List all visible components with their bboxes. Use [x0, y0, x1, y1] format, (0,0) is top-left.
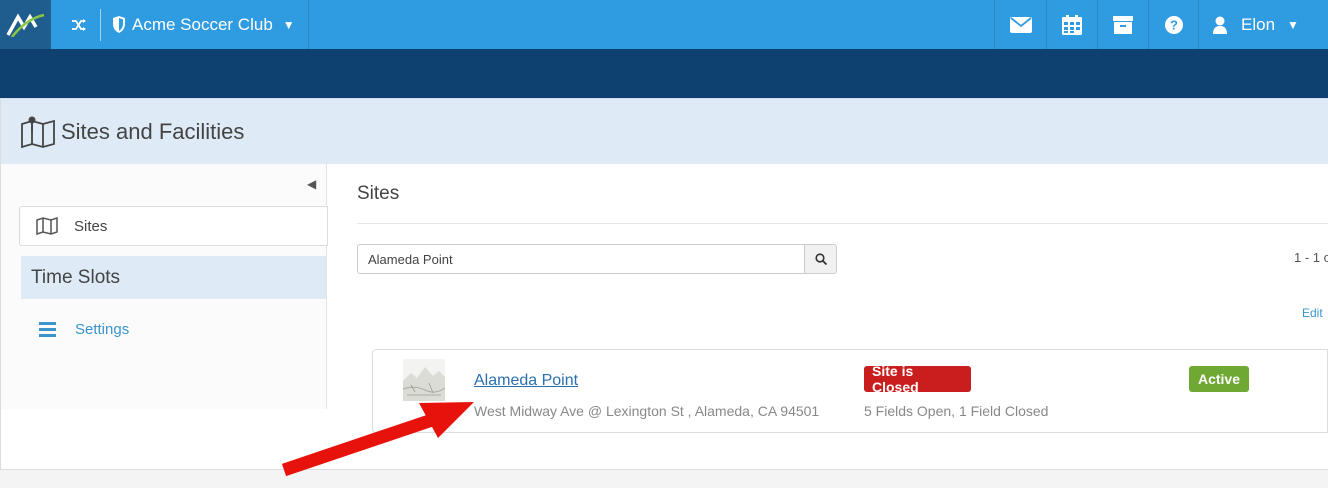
search-button[interactable] [804, 244, 837, 274]
secondary-nav-band [0, 49, 1328, 98]
user-menu[interactable]: Elon ▼ [1198, 0, 1314, 49]
map-icon [21, 116, 55, 148]
sidebar-item-label: Sites [74, 217, 108, 235]
shuffle-icon[interactable] [58, 0, 100, 49]
site-address: West Midway Ave @ Lexington St , Alameda… [474, 403, 820, 419]
site-card [372, 349, 1328, 433]
club-selector[interactable]: Acme Soccer Club ▼ [112, 0, 295, 49]
club-name: Acme Soccer Club [132, 14, 273, 34]
section-title: Sites [357, 183, 400, 204]
sidebar-item-label: Settings [75, 320, 130, 338]
pagination-info: 1 - 1 o [1294, 250, 1328, 265]
annotation-arrow-icon [281, 402, 474, 477]
divider [100, 9, 101, 41]
divider [308, 0, 309, 49]
search-input[interactable] [357, 244, 805, 274]
collapse-sidebar-icon[interactable]: ◀ [307, 177, 316, 191]
calendar-icon[interactable] [1046, 0, 1097, 49]
sidebar-item-time-slots[interactable]: Time Slots [21, 256, 326, 299]
chevron-down-icon: ▼ [282, 17, 295, 32]
help-icon[interactable]: ? [1148, 0, 1198, 49]
page-title: Sites and Facilities [61, 118, 245, 144]
edit-link[interactable]: Edit [1302, 306, 1323, 320]
active-status-badge: Active [1189, 366, 1249, 392]
user-icon [1213, 16, 1227, 34]
map-icon [36, 217, 58, 235]
app-logo[interactable] [0, 0, 51, 49]
sidebar-item-settings[interactable]: Settings [39, 318, 129, 340]
sidebar-item-sites[interactable]: Sites [19, 206, 328, 246]
top-nav-bar: Acme Soccer Club ▼ ? Elon ▼ [0, 0, 1328, 49]
search-icon [814, 253, 827, 265]
logo-icon [5, 13, 44, 37]
shield-icon [113, 16, 125, 33]
envelope-icon[interactable] [994, 0, 1046, 49]
menu-icon [39, 321, 56, 337]
site-closed-badge: Site is Closed [864, 363, 971, 395]
user-name: Elon [1241, 14, 1276, 34]
sidebar-item-label: Time Slots [31, 266, 121, 288]
fields-summary: 5 Fields Open, 1 Field Closed [864, 403, 1049, 419]
divider [357, 223, 1328, 224]
chevron-down-icon: ▼ [1287, 17, 1299, 32]
site-name-link[interactable]: Alameda Point [474, 372, 578, 390]
svg-text:?: ? [1170, 17, 1178, 32]
page-header: Sites and Facilities [1, 98, 1328, 164]
archive-icon[interactable] [1097, 0, 1148, 49]
